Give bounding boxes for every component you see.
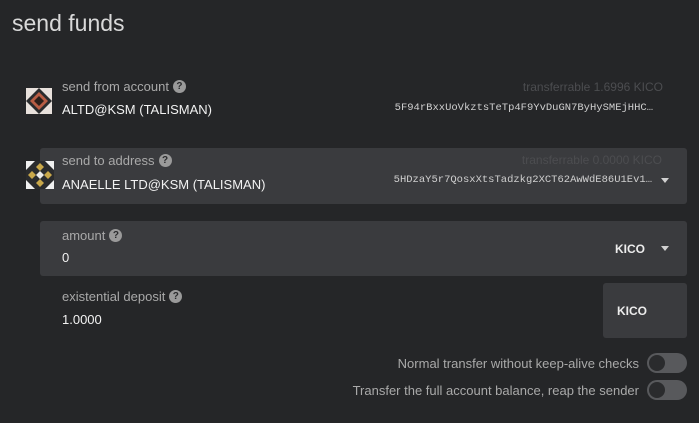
reap-toggle[interactable] — [647, 380, 687, 400]
to-account-address: 5HDzaY5r7QosxXtsTadzkg2XCT62AwWdE86U1Ev1… — [393, 174, 652, 186]
send-from-label: send from account ? — [62, 79, 186, 94]
chevron-down-icon[interactable] — [661, 246, 669, 251]
chevron-down-icon[interactable] — [661, 178, 669, 183]
to-account-name: ANAELLE LTD@KSM (TALISMAN) — [62, 177, 266, 192]
existential-deposit-value: 1.0000 — [62, 312, 102, 327]
reap-option: Transfer the full account balance, reap … — [353, 380, 687, 400]
deposit-unit: KICO — [617, 304, 647, 318]
amount-unit-select[interactable]: KICO — [615, 242, 645, 256]
help-icon[interactable]: ? — [109, 229, 123, 242]
send-from-section: send from account ? ALTD@KSM (TALISMAN) … — [0, 75, 699, 133]
from-account-avatar — [26, 88, 52, 119]
existential-deposit-label: existential deposit ? — [62, 289, 183, 304]
to-account-avatar — [26, 161, 54, 194]
from-account-name: ALTD@KSM (TALISMAN) — [62, 102, 212, 117]
keep-alive-option: Normal transfer without keep-alive check… — [398, 353, 687, 373]
help-icon[interactable]: ? — [172, 80, 186, 93]
from-account-address: 5F94rBxxUoVkztsTeTp4F9YvDuGN7ByHySMEjHHC… — [394, 102, 653, 114]
deposit-unit-box: KICO — [603, 283, 687, 338]
page-title: send funds — [12, 10, 125, 36]
send-to-dropdown[interactable]: send to address ? ANAELLE LTD@KSM (TALIS… — [40, 148, 687, 204]
help-icon[interactable]: ? — [169, 290, 183, 303]
reap-label: Transfer the full account balance, reap … — [352, 382, 639, 398]
amount-field[interactable]: amount ? 0 KICO — [40, 221, 687, 276]
keep-alive-label: Normal transfer without keep-alive check… — [397, 355, 639, 371]
amount-label: amount ? — [62, 228, 123, 243]
to-transferrable: transferrable 0.0000 KICO — [521, 153, 662, 167]
help-icon[interactable]: ? — [158, 154, 172, 167]
existential-deposit-section: existential deposit ? 1.0000 — [40, 283, 687, 338]
send-to-label: send to address ? — [62, 153, 172, 168]
from-transferrable: transferrable 1.6996 KICO — [522, 80, 663, 94]
amount-input[interactable]: 0 — [62, 250, 69, 265]
keep-alive-toggle[interactable] — [647, 353, 687, 373]
